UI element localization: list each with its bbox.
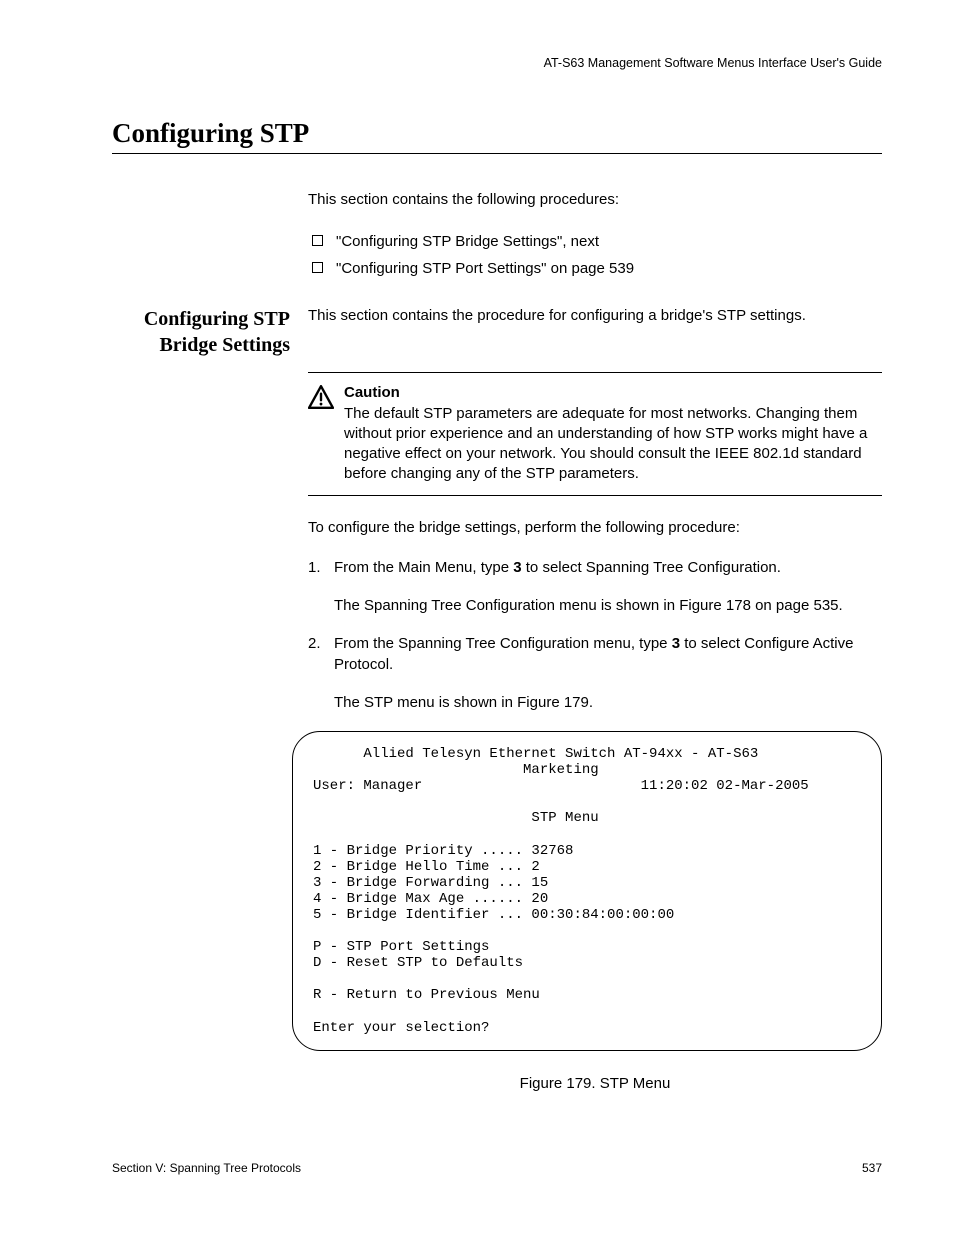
caution-body: The default STP parameters are adequate … [344, 405, 867, 483]
step-item: 2. From the Spanning Tree Configuration … [308, 634, 882, 713]
procedure-bullets: "Configuring STP Bridge Settings", next … [308, 228, 882, 282]
footer-right: 537 [862, 1161, 882, 1175]
page-footer: Section V: Spanning Tree Protocols 537 [112, 1161, 882, 1175]
step-sub: The STP menu is shown in Figure 179. [334, 693, 882, 713]
step-item: 1. From the Main Menu, type 3 to select … [308, 558, 882, 617]
bullet-item: "Configuring STP Bridge Settings", next [308, 228, 882, 255]
step-bold: 3 [672, 635, 680, 652]
step-number: 2. [308, 634, 334, 713]
figure-caption: Figure 179. STP Menu [308, 1075, 882, 1092]
step-number: 1. [308, 558, 334, 617]
caution-box: Caution The default STP parameters are a… [308, 372, 882, 495]
step-sub: The Spanning Tree Configuration menu is … [334, 596, 882, 616]
intro-paragraph: This section contains the following proc… [308, 190, 882, 210]
terminal-screenshot: Allied Telesyn Ethernet Switch AT-94xx -… [292, 731, 882, 1051]
subsection-heading: Configuring STP Bridge Settings [112, 306, 308, 358]
page-header: AT-S63 Management Software Menus Interfa… [112, 56, 882, 70]
caution-icon [308, 385, 338, 414]
step-list: 1. From the Main Menu, type 3 to select … [308, 558, 882, 713]
bullet-item: "Configuring STP Port Settings" on page … [308, 255, 882, 282]
step-bold: 3 [513, 559, 521, 576]
lead-paragraph: To configure the bridge settings, perfor… [308, 518, 882, 538]
step-text: From the Spanning Tree Configuration men… [334, 635, 672, 652]
section-title: Configuring STP [112, 118, 882, 154]
step-text: From the Main Menu, type [334, 559, 513, 576]
subsection-intro: This section contains the procedure for … [308, 306, 882, 358]
step-text: to select Spanning Tree Configuration. [522, 559, 781, 576]
caution-heading: Caution [344, 384, 400, 401]
footer-left: Section V: Spanning Tree Protocols [112, 1161, 301, 1175]
